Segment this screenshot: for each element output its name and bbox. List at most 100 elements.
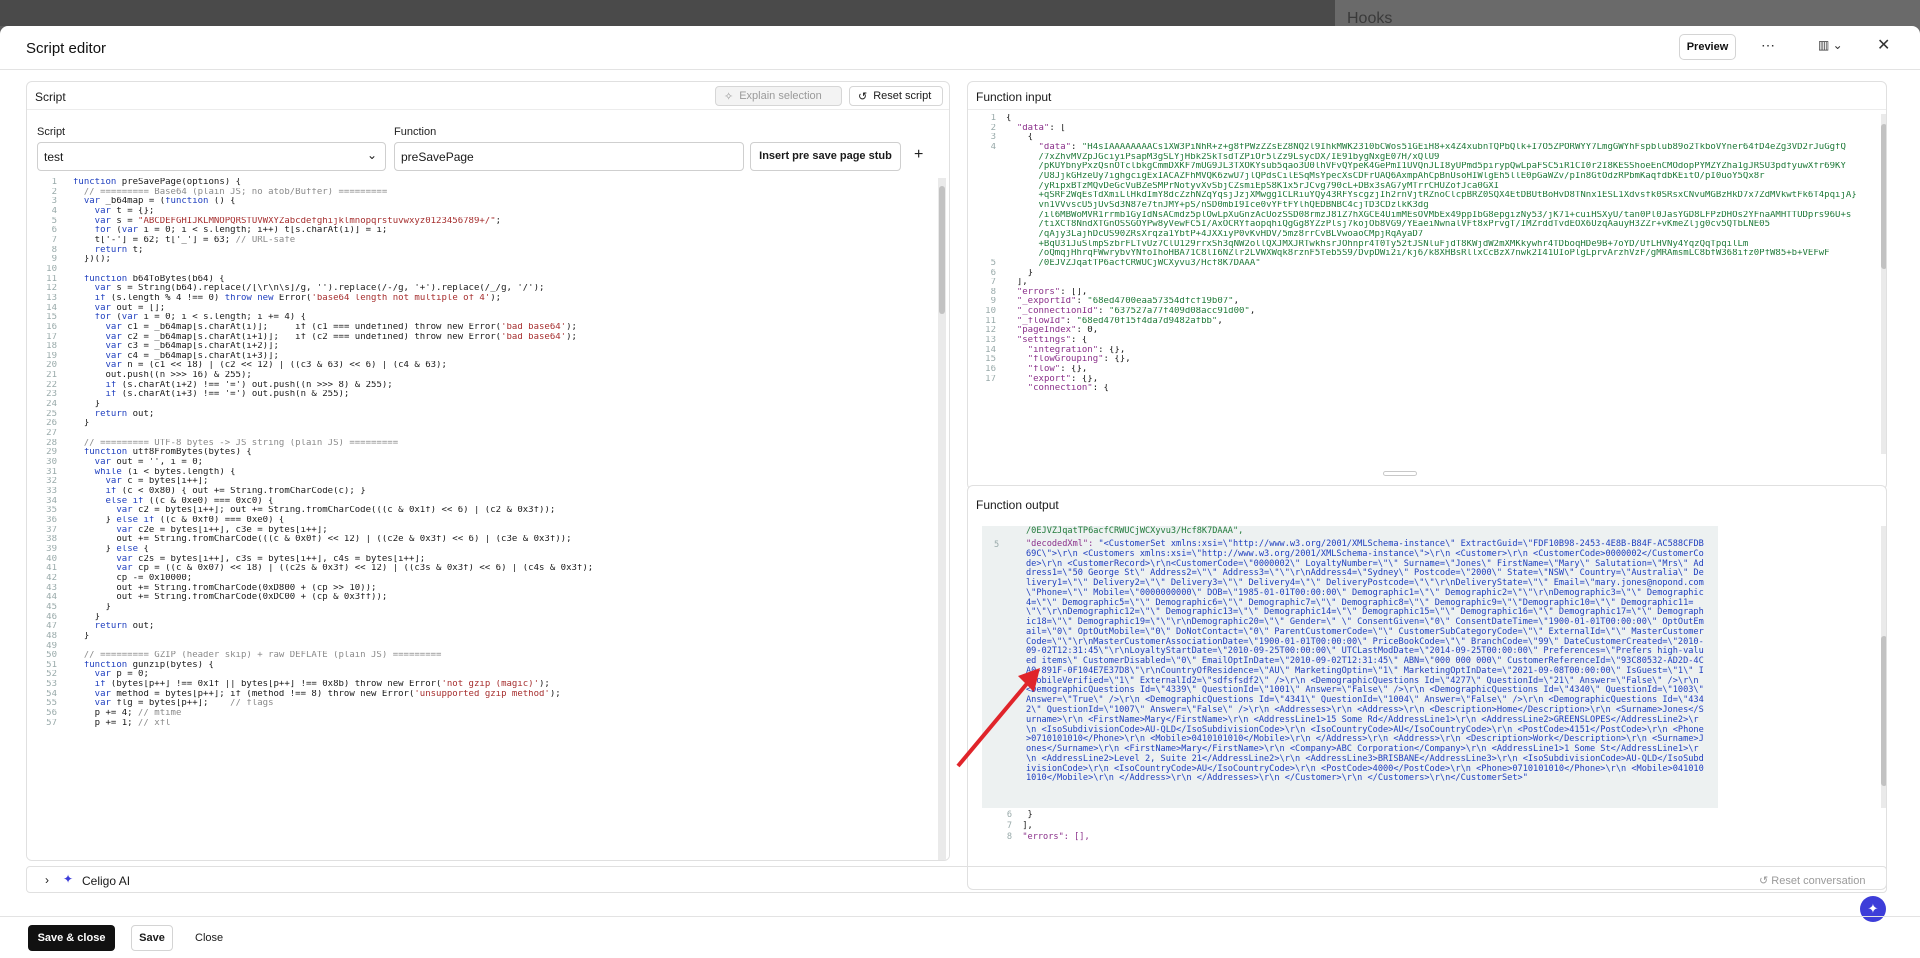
input-code-line[interactable]: { xyxy=(1006,114,1857,124)
script-code[interactable]: function preSavePage(options) { // =====… xyxy=(73,178,593,728)
input-code-line[interactable]: "flowGrouping": {}, xyxy=(1006,355,1857,365)
script-code-line[interactable]: return t; xyxy=(73,246,593,256)
script-code-line[interactable]: var s = "ABCDEFGHIJKLMNOPQRSTUVWXYZabcde… xyxy=(73,217,593,227)
script-code-editor[interactable]: 1 2 3 4 5 6 7 8 9 10 11 12 13 14 15 16 17 18 19 20 21 22 23 24 2… xyxy=(27,178,949,860)
input-code-line[interactable]: /qAjy3LajhDcUS90ZRsXrqza1YbtP+4JXXiyP0vK… xyxy=(1006,230,1857,240)
input-code-line[interactable]: /il6MBWoMVR1rrmb1GyIdNsACmdz5plOwLpXuGnz… xyxy=(1006,211,1857,221)
script-code-line[interactable]: // ========= UTF-8 bytes -> JS string (p… xyxy=(73,439,593,449)
chevron-right-icon[interactable]: › xyxy=(45,873,49,887)
script-code-line[interactable]: else if ((c & 0xe0) === 0xc0) { xyxy=(73,497,593,507)
preview-button[interactable]: Preview xyxy=(1679,34,1736,60)
input-code-line[interactable]: /yRipxBTzMQvDeGcVuBZeSMPrNotyvXvSbjCZsmi… xyxy=(1006,182,1857,192)
input-code-line[interactable]: /oQmqjHhrqFWwrybvYNfoIhoHBA71C8lI6NZlr2L… xyxy=(1006,249,1857,259)
script-code-line[interactable]: var c4 = _b64map[s.charAt(i+3)]; xyxy=(73,352,593,362)
input-code-line[interactable]: } xyxy=(1006,269,1857,279)
input-code-line[interactable]: "data": [ xyxy=(1006,124,1857,134)
script-select[interactable]: test ⌄ xyxy=(37,142,386,171)
script-code-line[interactable]: return out; xyxy=(73,622,593,632)
input-code-line[interactable]: +BqU31JuSlmpSzbrFLTvUz7ClU129rrxSh3qNW2o… xyxy=(1006,240,1857,250)
script-code-line[interactable]: } xyxy=(73,613,593,623)
script-code-line[interactable]: // ========= GZIP (header skip) + raw DE… xyxy=(73,651,593,661)
input-code-line[interactable]: "integration": {}, xyxy=(1006,346,1857,356)
input-code-line[interactable]: "_connectionId": "637527a77f409d08acc91d… xyxy=(1006,307,1857,317)
close-icon[interactable]: ✕ xyxy=(1877,35,1890,55)
input-code-line[interactable]: "errors": [], xyxy=(1006,288,1857,298)
output-scrollbar-thumb[interactable] xyxy=(1881,636,1886,786)
input-code-line[interactable]: { xyxy=(1006,133,1857,143)
input-code-line[interactable]: "connection": { xyxy=(1006,384,1857,394)
script-code-line[interactable]: } xyxy=(73,419,593,429)
reset-conversation-button[interactable]: ↺ Reset conversation xyxy=(1759,874,1865,887)
layout-toggle-icon[interactable]: ▥ ⌄ xyxy=(1818,38,1843,52)
function-input[interactable]: preSavePage xyxy=(394,142,744,171)
function-output-editor[interactable]: /0EJVZJqatTP6acfCRWUCjWCXyvu3/Hcf8K7DAAA… xyxy=(982,526,1718,808)
more-options-icon[interactable]: ⋯ xyxy=(1761,37,1775,54)
script-code-line[interactable]: out.push((n >>> 16) & 255); xyxy=(73,371,593,381)
script-code-line[interactable]: var c2s = bytes[i++], c3s = bytes[i++], … xyxy=(73,555,593,565)
script-code-line[interactable]: p += 4; // mtime xyxy=(73,709,593,719)
explain-selection-button[interactable]: ✧ Explain selection xyxy=(715,86,842,106)
input-code-line[interactable]: /tiXCT8NndXTGnOSSGOYPw8yVewFC5I/AxOCRYfa… xyxy=(1006,220,1857,230)
input-code-line[interactable]: vn1VVvscU5jUvSd3N87e7tnJMY+pS/nSD0mbI9Ic… xyxy=(1006,201,1857,211)
function-input-editor[interactable]: 1 2 3 4 5 6 7 8 9 10 11 12 13 14 15 16 17 { "data": [ { … xyxy=(968,114,1886,456)
script-code-line[interactable]: if (bytes[p++] !== 0x1f || bytes[p++] !=… xyxy=(73,680,593,690)
input-code-line[interactable]: "_exportId": "68ed4700eaa57354dfcf19b07"… xyxy=(1006,297,1857,307)
input-code-line[interactable]: +qSRF2WqEsTdXmiLlHkdImY8dcZzhNZqYqsjJzjX… xyxy=(1006,191,1857,201)
panel-resize-handle[interactable] xyxy=(1383,471,1417,476)
script-code-line[interactable]: out += String.fromCharCode(0xDC00 + (cp … xyxy=(73,593,593,603)
script-code-line[interactable]: var _b64map = (function () { xyxy=(73,197,593,207)
script-code-line[interactable]: out += String.fromCharCode(((c & 0x0f) <… xyxy=(73,535,593,545)
output-scrollbar[interactable] xyxy=(1881,526,1886,808)
script-code-line[interactable]: var c2 = bytes[i++]; out += String.fromC… xyxy=(73,506,593,516)
script-code-line[interactable]: var p = 0; xyxy=(73,670,593,680)
input-code-line[interactable]: "data": "H4sIAAAAAAAACs1XW3PiNhR+z+g8fPW… xyxy=(1006,143,1857,153)
script-code-line[interactable]: var t = {}; xyxy=(73,207,593,217)
input-code-line[interactable]: "flow": {}, xyxy=(1006,365,1857,375)
script-code-line[interactable]: t['-'] = 62; t['_'] = 63; // URL-safe xyxy=(73,236,593,246)
script-code-line[interactable]: if (s.length % 4 !== 0) throw new Error(… xyxy=(73,294,593,304)
script-code-line[interactable] xyxy=(73,642,593,652)
celigo-ai-bar[interactable]: › ✦ Celigo AI ↺ Reset conversation xyxy=(26,866,1887,893)
insert-stub-button[interactable]: Insert pre save page stub xyxy=(750,142,901,171)
reset-script-button[interactable]: ↺ Reset script xyxy=(849,86,943,106)
close-button[interactable]: Close xyxy=(195,932,223,944)
script-code-line[interactable]: function b64ToBytes(b64) { xyxy=(73,275,593,285)
script-code-line[interactable]: var out = '', i = 0; xyxy=(73,458,593,468)
script-code-line[interactable]: } else if ((c & 0xf0) === 0xe0) { xyxy=(73,516,593,526)
script-code-line[interactable]: function gunzip(bytes) { xyxy=(73,661,593,671)
script-code-line[interactable]: // ========= Base64 (plain JS; no atob/B… xyxy=(73,188,593,198)
script-code-line[interactable]: cp -= 0x10000; xyxy=(73,574,593,584)
script-code-line[interactable]: var c2e = bytes[i++], c3e = bytes[i++]; xyxy=(73,526,593,536)
input-code-line[interactable]: /0EJVZJqatTP6acfCRWUCjWCXyvu3/Hcf8K7DAAA… xyxy=(1006,259,1857,269)
script-scrollbar-thumb[interactable] xyxy=(939,186,945,314)
script-code-line[interactable]: } xyxy=(73,400,593,410)
script-code-line[interactable]: var c = bytes[i++]; xyxy=(73,477,593,487)
script-code-line[interactable]: if (c < 0x80) { out += String.fromCharCo… xyxy=(73,487,593,497)
script-scrollbar[interactable] xyxy=(938,178,946,860)
script-code-line[interactable]: function utf8FromBytes(bytes) { xyxy=(73,448,593,458)
script-code-line[interactable]: var n = (c1 << 18) | (c2 << 12) | ((c3 &… xyxy=(73,361,593,371)
script-code-line[interactable]: while (i < bytes.length) { xyxy=(73,468,593,478)
save-close-button[interactable]: Save & close xyxy=(28,925,115,951)
script-code-line[interactable] xyxy=(73,265,593,275)
script-code-line[interactable]: var cp = ((c & 0x07) << 18) | ((c2s & 0x… xyxy=(73,564,593,574)
script-code-line[interactable]: out += String.fromCharCode(0xD800 + (cp … xyxy=(73,584,593,594)
input-code-line[interactable]: "_flowId": "68ed470f15f4da7d9482afbb", xyxy=(1006,317,1857,327)
input-scrollbar-thumb[interactable] xyxy=(1881,124,1886,269)
script-code-line[interactable]: if (s.charAt(i+3) !== '=') out.push(n & … xyxy=(73,390,593,400)
script-code-line[interactable]: } xyxy=(73,632,593,642)
input-code-line[interactable]: /7xZhvMVZpJGciyiPsapM3gSLYjHbk2SkTsdTZPi… xyxy=(1006,153,1857,163)
input-code-line[interactable]: "export": {}, xyxy=(1006,375,1857,385)
input-code-line[interactable]: /pKUYbnyPxzQsnOTclbkgCmmDXKF7mUG9JL3TXOK… xyxy=(1006,162,1857,172)
script-code-line[interactable]: p += 1; // xfl xyxy=(73,719,593,729)
script-code-line[interactable]: function preSavePage(options) { xyxy=(73,178,593,188)
script-code-line[interactable]: var c2 = _b64map[s.charAt(i+1)]; if (c2 … xyxy=(73,333,593,343)
script-code-line[interactable]: var c3 = _b64map[s.charAt(i+2)]; xyxy=(73,342,593,352)
script-code-line[interactable]: if (s.charAt(i+2) !== '=') out.push((n >… xyxy=(73,381,593,391)
save-button[interactable]: Save xyxy=(131,925,173,951)
script-code-line[interactable]: var c1 = _b64map[s.charAt(i)]; if (c1 ==… xyxy=(73,323,593,333)
script-code-line[interactable]: var method = bytes[p++]; if (method !== … xyxy=(73,690,593,700)
script-code-line[interactable]: var out = []; xyxy=(73,304,593,314)
input-scrollbar[interactable] xyxy=(1881,114,1886,454)
script-code-line[interactable]: } xyxy=(73,603,593,613)
